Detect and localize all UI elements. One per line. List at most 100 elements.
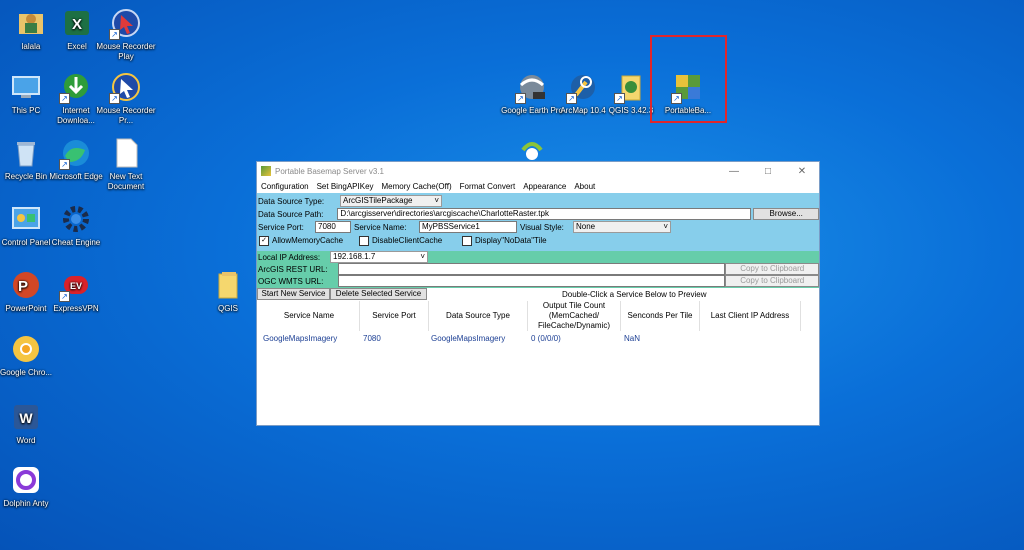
data-source-type-label: Data Source Type: bbox=[258, 196, 325, 206]
powerpoint-icon: P bbox=[9, 268, 43, 302]
menu-appearance[interactable]: Appearance bbox=[519, 182, 570, 191]
services-table[interactable]: Service Name Service Port Data Source Ty… bbox=[259, 301, 817, 423]
cell-data-source-type: GoogleMapsImagery bbox=[431, 334, 506, 343]
data-source-type-value: ArcGISTilePackage bbox=[343, 196, 413, 205]
computer-icon bbox=[9, 70, 43, 104]
desktop-icon-label: This PC bbox=[11, 106, 41, 115]
table-row[interactable]: GoogleMapsImagery 7080 GoogleMapsImagery… bbox=[259, 331, 817, 345]
arcmap-icon: ↗ bbox=[566, 70, 600, 104]
row-data-source-path: Data Source Path: D:\arcgisserver\direct… bbox=[257, 208, 819, 220]
text-document-icon bbox=[109, 136, 143, 170]
ogc-wmts-url-input[interactable] bbox=[337, 275, 726, 287]
recycle-bin-icon bbox=[9, 136, 43, 170]
desktop-icon-word[interactable]: W Word bbox=[0, 400, 57, 446]
visual-style-value: None bbox=[576, 222, 596, 231]
checkbox-checked-icon: ✓ bbox=[259, 236, 269, 246]
chevron-down-icon: ˅ bbox=[434, 196, 439, 205]
desktop-icon-label: Mouse Recorder Pr... bbox=[96, 106, 156, 125]
column-header-data-source-type[interactable]: Data Source Type bbox=[429, 301, 528, 331]
shortcut-arrow-icon: ↗ bbox=[515, 93, 526, 104]
disable-client-cache-label: DisableClientCache bbox=[372, 236, 443, 246]
column-header-seconds-per-tile[interactable]: Senconds Per Tile bbox=[621, 301, 700, 331]
expressvpn-icon: EV ↗ bbox=[59, 268, 93, 302]
desktop-icon-mouse-recorder-pro[interactable]: ↗ Mouse Recorder Pr... bbox=[95, 70, 157, 126]
desktop-icon-label: lalala bbox=[21, 42, 41, 51]
preview-hint: Double-Click a Service Below to Preview bbox=[562, 289, 707, 299]
column-header-service-port[interactable]: Service Port bbox=[360, 301, 429, 331]
edge-icon: ↗ bbox=[59, 136, 93, 170]
desktop-icon-label: Word bbox=[16, 436, 36, 445]
internet-download-icon: ↗ bbox=[59, 70, 93, 104]
excel-icon: X bbox=[60, 6, 94, 40]
ogc-wmts-label: OGC WMTS URL: bbox=[258, 276, 324, 286]
title-bar[interactable]: Portable Basemap Server v3.1 — □ ✕ bbox=[257, 162, 819, 180]
copy-ogc-wmts-button[interactable]: Copy to Clipboard bbox=[725, 275, 819, 287]
chevron-down-icon: ˅ bbox=[663, 222, 668, 231]
local-ip-label: Local IP Address: bbox=[258, 252, 321, 262]
desktop-icon-label: QGIS 3.42.3 bbox=[608, 106, 654, 115]
desktop-icon-mouse-recorder-play[interactable]: ↗ Mouse Recorder Play bbox=[95, 6, 157, 62]
start-new-service-button[interactable]: Start New Service bbox=[257, 288, 330, 300]
google-earth-icon: ↗ bbox=[515, 70, 549, 104]
menu-configuration[interactable]: Configuration bbox=[257, 182, 313, 191]
row-service: Service Port: 7080 Service Name: MyPBSSe… bbox=[257, 221, 819, 233]
arcgis-rest-url-input[interactable] bbox=[337, 263, 726, 275]
menu-memory-cache[interactable]: Memory Cache(Off) bbox=[378, 182, 456, 191]
data-source-type-select[interactable]: ArcGISTilePackage ˅ bbox=[340, 195, 442, 207]
user-folder-icon bbox=[14, 6, 48, 40]
browse-button[interactable]: Browse... bbox=[753, 208, 819, 220]
service-name-label: Service Name: bbox=[354, 222, 407, 232]
row-local-ip: Local IP Address: 192.168.1.7 ˅ bbox=[257, 251, 819, 263]
disable-client-cache-checkbox[interactable]: DisableClientCache bbox=[359, 236, 462, 246]
desktop-icon-new-text-document[interactable]: New Text Document bbox=[95, 136, 157, 192]
service-name-input[interactable]: MyPBSService1 bbox=[419, 221, 517, 233]
desktop-icon-qgis-folder[interactable]: QGIS bbox=[197, 268, 259, 314]
desktop-icon-label: QGIS bbox=[217, 304, 238, 313]
display-nodata-tile-label: Display"NoData"Tile bbox=[475, 236, 547, 246]
desktop-icon-expressvpn[interactable]: EV ↗ ExpressVPN bbox=[45, 268, 107, 314]
shortcut-arrow-icon: ↗ bbox=[614, 93, 625, 104]
desktop-icon-dolphin-anty[interactable]: Dolphin Anty bbox=[0, 463, 57, 509]
copy-arcgis-rest-button[interactable]: Copy to Clipboard bbox=[725, 263, 819, 275]
column-header-service-name[interactable]: Service Name bbox=[259, 301, 360, 331]
folder-icon bbox=[211, 268, 245, 302]
local-ip-select[interactable]: 192.168.1.7 ˅ bbox=[330, 251, 428, 263]
shortcut-arrow-icon: ↗ bbox=[59, 291, 70, 302]
shortcut-arrow-icon: ↗ bbox=[109, 29, 120, 40]
checkbox-icon bbox=[359, 236, 369, 246]
allow-memory-cache-checkbox[interactable]: ✓ AllowMemoryCache bbox=[259, 236, 359, 246]
highlight-rectangle bbox=[650, 35, 727, 123]
cell-service-name: GoogleMapsImagery bbox=[263, 334, 338, 343]
app-icon bbox=[261, 166, 271, 176]
control-panel-icon bbox=[9, 202, 43, 236]
display-nodata-tile-checkbox[interactable]: Display"NoData"Tile bbox=[462, 236, 547, 246]
chrome-icon bbox=[9, 332, 43, 366]
minimize-icon[interactable]: — bbox=[717, 166, 751, 177]
cell-service-port: 7080 bbox=[363, 334, 381, 343]
close-icon[interactable]: ✕ bbox=[785, 166, 819, 177]
desktop-icon-cheat-engine[interactable]: Cheat Engine bbox=[45, 202, 107, 248]
desktop-icon-label: ArcMap 10.4 bbox=[560, 106, 606, 115]
column-header-last-client-ip[interactable]: Last Client IP Address bbox=[700, 301, 801, 331]
row-options: ✓ AllowMemoryCache DisableClientCache Dis… bbox=[257, 236, 819, 246]
menu-set-bing-api-key[interactable]: Set BingAPIKey bbox=[313, 182, 378, 191]
maximize-icon[interactable]: □ bbox=[751, 166, 785, 177]
shortcut-arrow-icon: ↗ bbox=[59, 93, 70, 104]
desktop-icon-label: New Text Document bbox=[107, 172, 145, 191]
menu-format-convert[interactable]: Format Convert bbox=[456, 182, 520, 191]
shortcut-arrow-icon: ↗ bbox=[566, 93, 577, 104]
service-port-input[interactable]: 7080 bbox=[315, 221, 351, 233]
arcgis-rest-label: ArcGIS REST URL: bbox=[258, 264, 328, 274]
desktop-icon-label: Cheat Engine bbox=[51, 238, 101, 247]
desktop-icon-google-chrome[interactable]: Google Chro... bbox=[0, 332, 57, 378]
dolphin-anty-icon bbox=[9, 463, 43, 497]
visual-style-select[interactable]: None ˅ bbox=[573, 221, 671, 233]
service-port-label: Service Port: bbox=[258, 222, 304, 232]
column-header-output-tile-count[interactable]: Output Tile Count (MemCached/ FileCache/… bbox=[528, 301, 621, 331]
delete-selected-service-button[interactable]: Delete Selected Service bbox=[330, 288, 427, 300]
svg-text:W: W bbox=[19, 410, 33, 426]
menu-about[interactable]: About bbox=[570, 182, 599, 191]
desktop-icon-label: PowerPoint bbox=[5, 304, 47, 313]
visual-style-label: Visual Style: bbox=[520, 222, 564, 232]
data-source-path-input[interactable]: D:\arcgisserver\directories\arcgiscache\… bbox=[337, 208, 752, 220]
